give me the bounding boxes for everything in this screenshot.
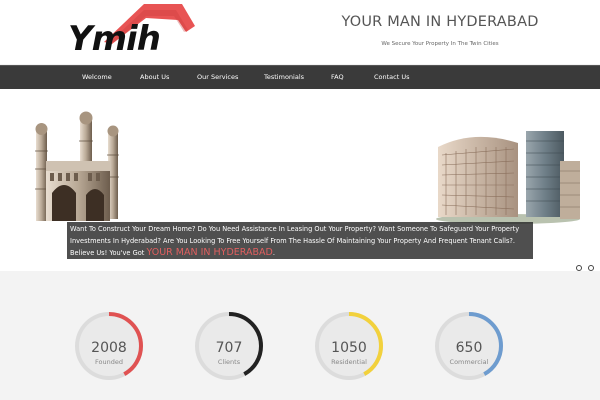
nav-item-contact-us[interactable]: Contact Us <box>374 66 410 89</box>
stat-label: Commercial <box>449 358 489 366</box>
site-tagline: We Secure Your Property In The Twin Citi… <box>381 41 499 47</box>
hero-slider[interactable]: Want To Construct Your Dream Home? Do Yo… <box>0 89 600 271</box>
hitech-city-image <box>436 131 580 224</box>
nav-item-about-us[interactable]: About Us <box>140 66 169 89</box>
logo-text: Ymih <box>68 19 161 59</box>
site-logo[interactable]: Ymih <box>66 2 195 62</box>
stat-number: 1050 <box>331 340 367 356</box>
stat-label: Founded <box>95 358 123 366</box>
slider-pagination <box>576 256 595 271</box>
stat-commercial: 650 Commercial <box>434 311 510 387</box>
nav-item-faq[interactable]: FAQ <box>331 66 344 89</box>
stat-clients: 707 Clients <box>194 311 270 387</box>
main-navbar: Welcome About Us Our Services Testimonia… <box>0 65 600 89</box>
nav-item-welcome[interactable]: Welcome <box>82 66 112 89</box>
nav-item-our-services[interactable]: Our Services <box>197 66 238 89</box>
stat-label: Clients <box>217 358 241 366</box>
stat-residential: 1050 Residential <box>314 311 390 387</box>
site-header: Ymih YOUR MAN IN HYDERABAD We Secure You… <box>0 0 600 64</box>
slider-caption: Want To Construct Your Dream Home? Do Yo… <box>67 222 533 259</box>
stat-number: 650 <box>455 340 483 356</box>
site-title: YOUR MAN IN HYDERABAD <box>341 14 539 30</box>
stat-founded: 2008 Founded <box>74 311 150 387</box>
charminar-image <box>35 111 119 221</box>
stat-label: Residential <box>331 358 367 366</box>
stats-section: 2008 Founded 707 Clients 1050 Residentia… <box>0 271 600 400</box>
stat-number: 2008 <box>91 340 127 356</box>
nav-item-testimonials[interactable]: Testimonials <box>264 66 304 89</box>
caption-highlight: YOUR MAN IN HYDERABAD <box>146 247 273 258</box>
caption-text: Want To Construct Your Dream Home? Do Yo… <box>70 225 520 257</box>
caption-end: . <box>272 249 275 257</box>
stat-number: 707 <box>215 340 243 356</box>
